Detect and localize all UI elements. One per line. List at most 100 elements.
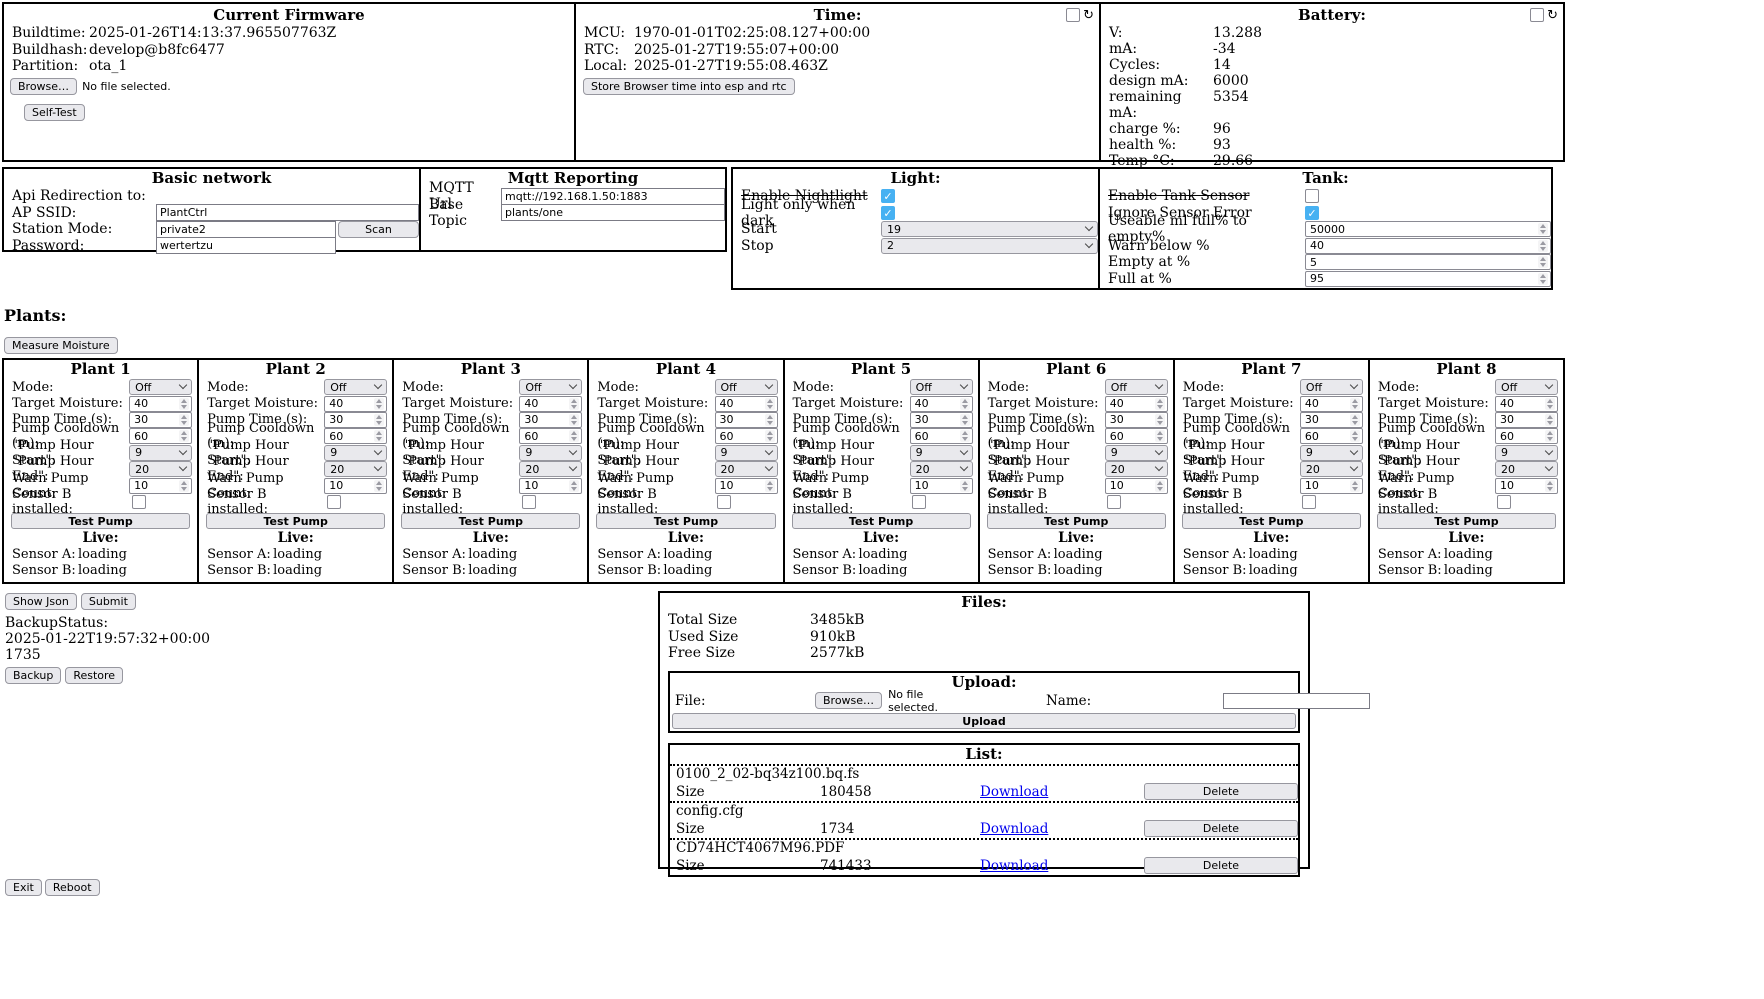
mode-select[interactable]: Off [1105, 379, 1168, 395]
sensor-b-checkbox[interactable] [912, 495, 926, 509]
ap-ssid-input[interactable] [156, 204, 419, 221]
pump-cooldown-input[interactable]: 60 [1495, 428, 1558, 444]
pump-hour-end-select[interactable]: 20 [129, 461, 192, 477]
pump-time-input[interactable]: 30 [910, 412, 973, 428]
number-spinner[interactable] [1545, 430, 1555, 442]
target-moisture-input[interactable]: 40 [519, 396, 582, 412]
pump-cooldown-input[interactable]: 60 [324, 428, 387, 444]
store-browser-time-button[interactable]: Store Browser time into esp and rtc [583, 78, 795, 95]
sensor-b-checkbox[interactable] [1107, 495, 1121, 509]
warn-pump-count-input[interactable]: 10 [910, 478, 973, 494]
number-spinner[interactable] [179, 480, 189, 492]
upload-browse-button[interactable]: Browse… [815, 692, 882, 709]
delete-button[interactable]: Delete [1144, 783, 1298, 800]
pump-hour-end-select[interactable]: 20 [1105, 461, 1168, 477]
mode-select[interactable]: Off [129, 379, 192, 395]
mode-select[interactable]: Off [1300, 379, 1363, 395]
mode-select[interactable]: Off [519, 379, 582, 395]
download-link[interactable]: Download [980, 784, 1140, 800]
target-moisture-input[interactable]: 40 [910, 396, 973, 412]
light-stop-select[interactable]: 2 [881, 238, 1098, 254]
target-moisture-input[interactable]: 40 [1300, 396, 1363, 412]
number-spinner[interactable] [960, 430, 970, 442]
pump-hour-start-select[interactable]: 9 [1300, 445, 1363, 461]
pump-hour-start-select[interactable]: 9 [1495, 445, 1558, 461]
submit-button[interactable]: Submit [81, 593, 136, 610]
pump-hour-end-select[interactable]: 20 [1300, 461, 1363, 477]
sensor-b-checkbox[interactable] [522, 495, 536, 509]
target-moisture-input[interactable]: 40 [1495, 396, 1558, 412]
pump-time-input[interactable]: 30 [715, 412, 778, 428]
number-spinner[interactable] [1155, 398, 1165, 410]
sensor-b-checkbox[interactable] [717, 495, 731, 509]
show-json-button[interactable]: Show Json [5, 593, 77, 610]
number-spinner[interactable] [1155, 414, 1165, 426]
number-spinner[interactable] [960, 414, 970, 426]
backup-button[interactable]: Backup [5, 667, 61, 684]
warn-below-input[interactable]: 40 [1305, 238, 1551, 254]
password-input[interactable] [156, 237, 336, 254]
pump-hour-start-select[interactable]: 9 [715, 445, 778, 461]
upload-name-input[interactable] [1223, 693, 1370, 709]
self-test-button[interactable]: Self-Test [24, 104, 85, 121]
number-spinner[interactable] [765, 430, 775, 442]
measure-moisture-button[interactable]: Measure Moisture [4, 337, 118, 354]
pump-hour-end-select[interactable]: 20 [1495, 461, 1558, 477]
ignore-sensor-error-checkbox[interactable]: ✓ [1305, 206, 1319, 220]
pump-time-input[interactable]: 30 [129, 412, 192, 428]
sensor-b-checkbox[interactable] [132, 495, 146, 509]
number-spinner[interactable] [765, 398, 775, 410]
warn-pump-count-input[interactable]: 10 [715, 478, 778, 494]
number-spinner[interactable] [1350, 398, 1360, 410]
number-spinner[interactable] [765, 414, 775, 426]
mode-select[interactable]: Off [324, 379, 387, 395]
number-spinner[interactable] [960, 480, 970, 492]
refresh-icon[interactable]: ↻ [1083, 9, 1094, 22]
pump-hour-start-select[interactable]: 9 [519, 445, 582, 461]
reboot-button[interactable]: Reboot [45, 879, 100, 896]
full-at-input[interactable]: 95 [1305, 271, 1551, 287]
warn-pump-count-input[interactable]: 10 [1105, 478, 1168, 494]
number-spinner[interactable] [1538, 273, 1548, 285]
number-spinner[interactable] [765, 480, 775, 492]
refresh-icon[interactable]: ↻ [1547, 9, 1558, 22]
number-spinner[interactable] [1545, 414, 1555, 426]
pump-hour-end-select[interactable]: 20 [715, 461, 778, 477]
scan-button[interactable]: Scan [338, 221, 419, 238]
station-mode-input[interactable] [156, 221, 336, 238]
number-spinner[interactable] [1350, 480, 1360, 492]
enable-nightlight-checkbox[interactable]: ✓ [881, 189, 895, 203]
sensor-b-checkbox[interactable] [1497, 495, 1511, 509]
number-spinner[interactable] [1538, 240, 1548, 252]
light-start-select[interactable]: 19 [881, 221, 1098, 237]
pump-hour-start-select[interactable]: 9 [1105, 445, 1168, 461]
mode-select[interactable]: Off [1495, 379, 1558, 395]
delete-button[interactable]: Delete [1144, 820, 1298, 837]
target-moisture-input[interactable]: 40 [715, 396, 778, 412]
number-spinner[interactable] [1545, 480, 1555, 492]
number-spinner[interactable] [1545, 398, 1555, 410]
number-spinner[interactable] [569, 480, 579, 492]
pump-cooldown-input[interactable]: 60 [1300, 428, 1363, 444]
pump-cooldown-input[interactable]: 60 [519, 428, 582, 444]
pump-cooldown-input[interactable]: 60 [910, 428, 973, 444]
exit-button[interactable]: Exit [5, 879, 42, 896]
pump-time-input[interactable]: 30 [324, 412, 387, 428]
mqtt-url-input[interactable] [501, 188, 725, 205]
number-spinner[interactable] [569, 398, 579, 410]
target-moisture-input[interactable]: 40 [324, 396, 387, 412]
number-spinner[interactable] [1350, 430, 1360, 442]
warn-pump-count-input[interactable]: 10 [1495, 478, 1558, 494]
number-spinner[interactable] [179, 414, 189, 426]
download-link[interactable]: Download [980, 821, 1140, 837]
number-spinner[interactable] [1350, 414, 1360, 426]
time-auto-refresh-checkbox[interactable] [1066, 8, 1080, 22]
number-spinner[interactable] [179, 398, 189, 410]
number-spinner[interactable] [1155, 480, 1165, 492]
target-moisture-input[interactable]: 40 [1105, 396, 1168, 412]
number-spinner[interactable] [1538, 223, 1548, 235]
pump-cooldown-input[interactable]: 60 [715, 428, 778, 444]
pump-time-input[interactable]: 30 [519, 412, 582, 428]
empty-at-input[interactable]: 5 [1305, 254, 1551, 270]
number-spinner[interactable] [569, 414, 579, 426]
